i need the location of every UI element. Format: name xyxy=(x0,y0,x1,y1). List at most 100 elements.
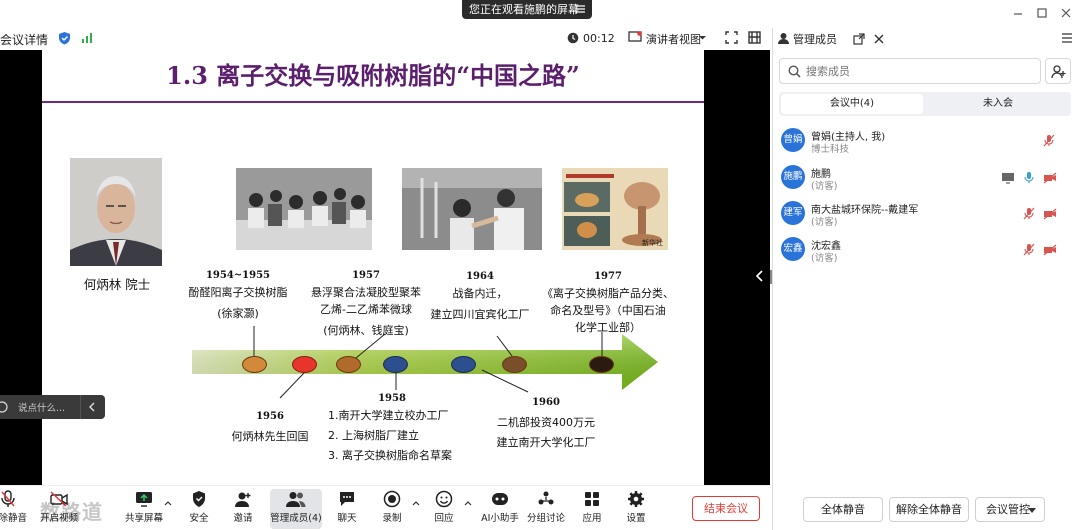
popout-icon[interactable] xyxy=(853,33,865,45)
panel-toggle-chevron-icon[interactable] xyxy=(756,270,764,282)
gear-icon xyxy=(628,491,644,507)
ai-assistant-icon xyxy=(492,493,508,505)
maximize-icon[interactable] xyxy=(1036,7,1048,19)
layout-grid-icon[interactable] xyxy=(748,31,761,44)
member-search-field[interactable] xyxy=(779,58,1041,84)
meeting-control-button[interactable]: 会议管控 xyxy=(975,497,1045,522)
avatar: 施鹏 xyxy=(781,165,805,189)
event-1977-year: 1977 xyxy=(594,271,622,282)
settings-button[interactable]: 设置 xyxy=(614,490,658,524)
invite-member-button[interactable] xyxy=(1045,58,1071,84)
event-1964: 1964 战备内迁， 建立四川宜宾化工厂 xyxy=(422,268,538,323)
chat-icon xyxy=(340,492,354,506)
screen-share-banner: 您正在观看施鹏的屏幕 xyxy=(462,0,592,19)
event-1954-line1: 酚醛阳离子交换树脂 xyxy=(188,286,288,299)
event-1954-year: 1954~1955 xyxy=(205,270,271,281)
meeting-control-chevron-icon xyxy=(1028,508,1036,513)
mic-muted-icon[interactable] xyxy=(1043,134,1055,147)
mic-active-icon[interactable] xyxy=(1023,171,1035,184)
member-subtitle: (访客) xyxy=(811,253,838,264)
mic-muted-icon[interactable] xyxy=(1023,207,1035,220)
watermark-text: 数路道 xyxy=(40,500,103,524)
event-1954: 1954~1955 酚醛阳离子交换树脂 (徐家灏) xyxy=(182,267,294,322)
view-mode-label[interactable]: 演讲者视图 xyxy=(646,31,701,47)
camera-off-icon[interactable] xyxy=(1043,208,1057,220)
panel-title: 管理成员 xyxy=(793,33,837,46)
member-row[interactable]: 曾娟 曾娟(主持人, 我) 博士科技 xyxy=(781,128,1071,158)
breakout-button[interactable]: 分组讨论 xyxy=(524,490,568,524)
member-search-input[interactable] xyxy=(806,62,1026,80)
meeting-info-link[interactable]: 会议详情 xyxy=(0,31,48,48)
ai-label: AI小助手 xyxy=(481,513,519,524)
mute-all-button[interactable]: 全体静音 xyxy=(803,497,883,522)
unmute-all-button[interactable]: 解除全体静音 xyxy=(889,497,969,522)
record-icon xyxy=(383,490,401,508)
avatar: 宏鑫 xyxy=(781,237,805,261)
panel-menu-icon[interactable] xyxy=(1061,32,1073,44)
event-1958-year: 1958 xyxy=(378,393,406,404)
camera-off-icon[interactable] xyxy=(1043,172,1057,184)
event-1977: 1977 《离子交换树脂产品分类、 命名及型号》（中国石油 化学工业部） xyxy=(538,268,678,336)
mic-muted-icon[interactable] xyxy=(1023,243,1035,256)
security-shield-icon[interactable] xyxy=(58,31,71,45)
member-subtitle: 博士科技 xyxy=(811,144,850,155)
meeting-toolbar: 解除静音 开启视频 共享屏幕 安全 邀请 管理成员(4) 聊天 xyxy=(0,485,770,530)
reaction-button[interactable]: 回应 xyxy=(422,490,466,524)
event-1960: 1960 二机部投资400万元 建立南开大学化工厂 xyxy=(486,394,606,451)
microphone-muted-icon xyxy=(1,490,15,507)
avatar: 曾娟 xyxy=(781,128,805,152)
mute-button[interactable]: 解除静音 xyxy=(0,490,30,524)
breakout-rooms-icon xyxy=(538,491,554,505)
camera-off-icon[interactable] xyxy=(1043,244,1057,256)
tab-in-meeting[interactable]: 会议中(4) xyxy=(781,94,923,114)
end-meeting-button[interactable]: 结束会议 xyxy=(692,496,760,521)
invite-button[interactable]: 邀请 xyxy=(221,490,265,524)
event-1964-year: 1964 xyxy=(466,271,494,282)
chat-placeholder: 说点什么... xyxy=(18,403,66,414)
tab-not-joined[interactable]: 未入会 xyxy=(927,94,1069,114)
member-row[interactable]: 施鹏 施鹏 (访客) xyxy=(781,165,1071,195)
meeting-app: 您正在观看施鹏的屏幕 会议详情 00:12 演讲者视图 1.3 离子交换与吸附树… xyxy=(0,0,1080,530)
member-row[interactable]: 宏鑫 沈宏鑫 (访客) xyxy=(781,237,1071,267)
record-options-chevron-icon[interactable] xyxy=(412,500,420,506)
event-1977-line1: 《离子交换树脂产品分类、 xyxy=(542,287,674,300)
close-window-icon[interactable] xyxy=(1060,7,1072,19)
tab-not-joined-label: 未入会 xyxy=(983,98,1013,109)
share-options-chevron-icon[interactable] xyxy=(164,500,172,506)
ai-assistant-button[interactable]: AI小助手 xyxy=(476,490,524,524)
shared-screen-area: 1.3 离子交换与吸附树脂的“中国之路” 何炳林 院士 新华社 1954~195… xyxy=(0,50,770,485)
meeting-timer: 00:12 xyxy=(583,32,615,45)
chat-input-overlay[interactable]: 说点什么... xyxy=(0,395,105,419)
unmute-all-label: 解除全体静音 xyxy=(896,503,962,516)
event-1956-year: 1956 xyxy=(256,411,284,422)
record-button[interactable]: 录制 xyxy=(370,490,414,524)
view-mode-chevron-icon[interactable] xyxy=(698,35,707,41)
close-panel-icon[interactable] xyxy=(873,33,885,45)
meeting-topbar: 会议详情 00:12 演讲者视图 xyxy=(0,28,770,50)
event-1957-line2: 乙烯-二乙烯苯微球 xyxy=(320,303,412,316)
members-button[interactable]: 管理成员(4) xyxy=(270,490,322,524)
end-meeting-label: 结束会议 xyxy=(704,502,748,515)
reaction-options-chevron-icon[interactable] xyxy=(464,500,472,506)
share-label: 共享屏幕 xyxy=(124,513,163,524)
speaker-view-icon[interactable] xyxy=(628,31,642,44)
security-label: 安全 xyxy=(189,513,209,524)
apps-button[interactable]: 应用 xyxy=(570,490,614,524)
panel-resize-handle[interactable] xyxy=(770,270,772,284)
presentation-slide: 1.3 离子交换与吸附树脂的“中国之路” 何炳林 院士 新华社 1954~195… xyxy=(42,50,704,485)
minimize-icon[interactable] xyxy=(1012,7,1024,19)
event-1964-line1: 战备内迁， xyxy=(452,287,508,300)
share-banner-text: 您正在观看施鹏的屏幕 xyxy=(469,3,579,16)
event-1957-year: 1957 xyxy=(352,270,380,281)
security-button[interactable]: 安全 xyxy=(177,490,221,524)
network-signal-icon[interactable] xyxy=(81,32,93,44)
invite-user-icon xyxy=(235,492,251,507)
screen-sharing-icon xyxy=(1002,173,1014,184)
share-screen-button[interactable]: 共享屏幕 xyxy=(122,490,166,524)
tab-in-meeting-label: 会议中(4) xyxy=(829,98,875,109)
fullscreen-icon[interactable] xyxy=(725,31,738,44)
chat-button[interactable]: 聊天 xyxy=(325,490,369,524)
member-row[interactable]: 建军 南大盐城环保院--戴建军 (访客) xyxy=(781,201,1071,231)
share-menu-icon[interactable] xyxy=(574,3,586,15)
collapse-chat-icon[interactable] xyxy=(88,402,96,412)
